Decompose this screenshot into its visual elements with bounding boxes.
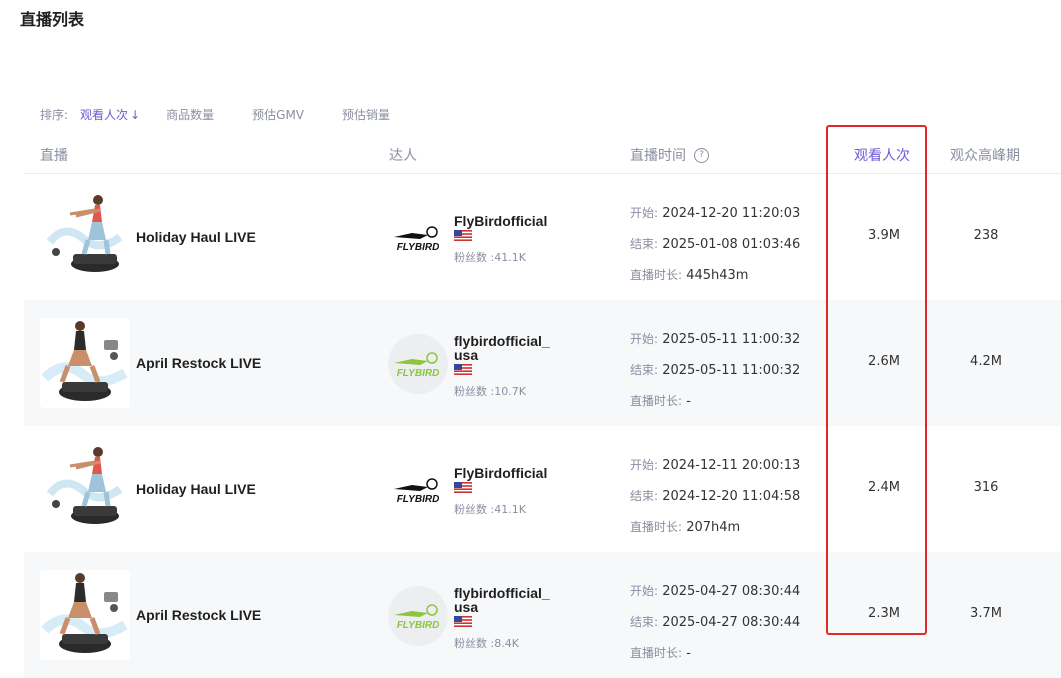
creator-name[interactable]: flybirdofficial_usa xyxy=(454,334,554,362)
creator-avatar[interactable]: FLYBIRD xyxy=(388,460,448,520)
duration-label: 直播时长: xyxy=(630,268,683,282)
svg-text:FLYBIRD: FLYBIRD xyxy=(397,368,440,379)
creator-info: flybirdofficial_usa 粉丝数 :10.7K xyxy=(453,334,554,399)
creator-avatar[interactable]: FLYBIRD xyxy=(388,208,448,268)
end-label: 结束: xyxy=(630,363,659,377)
start-label: 开始: xyxy=(630,206,659,220)
peak-value: 316 xyxy=(973,480,999,495)
live-thumbnail[interactable] xyxy=(40,192,130,282)
end-time: 结束: 2024-12-20 11:04:58 xyxy=(630,481,800,512)
start-time: 开始: 2025-04-27 08:30:44 xyxy=(630,576,800,607)
header-creator: 达人 xyxy=(389,148,417,164)
svg-text:FLYBIRD: FLYBIRD xyxy=(397,242,440,253)
live-thumbnail[interactable] xyxy=(40,570,130,660)
end-value: 2025-04-27 08:30:44 xyxy=(662,615,801,630)
creator-name[interactable]: FlyBirdofficial xyxy=(454,214,554,228)
sort-option-label: 观看人次 xyxy=(80,107,129,122)
live-times: 开始: 2025-05-11 11:00:32 结束: 2025-05-11 1… xyxy=(630,324,800,417)
creator-fans: 粉丝数 :8.4K xyxy=(454,637,519,650)
sort-option-products[interactable]: 商品数量 xyxy=(166,106,214,123)
live-thumbnail[interactable] xyxy=(40,444,130,534)
start-value: 2025-05-11 11:00:32 xyxy=(662,332,801,347)
sort-option-gmv[interactable]: 预估GMV xyxy=(252,106,304,123)
start-value: 2024-12-20 11:20:03 xyxy=(662,206,801,221)
duration: 直播时长: 207h4m xyxy=(630,512,800,543)
sort-bar: 排序: 观看人次 ↓ 商品数量 预估GMV 预估销量 xyxy=(40,105,428,123)
header-live: 直播 xyxy=(40,148,68,164)
highlight-box xyxy=(826,125,927,635)
sort-desc-arrow-icon: ↓ xyxy=(130,107,141,122)
live-title[interactable]: Holiday Haul LIVE xyxy=(136,481,256,497)
creator-fans: 粉丝数 :41.1K xyxy=(454,503,526,516)
creator-fans: 粉丝数 :10.7K xyxy=(454,385,526,398)
end-time: 结束: 2025-05-11 11:00:32 xyxy=(630,355,800,386)
duration: 直播时长: - xyxy=(630,638,800,669)
duration-label: 直播时长: xyxy=(630,520,683,534)
svg-text:FLYBIRD: FLYBIRD xyxy=(397,620,440,631)
live-title[interactable]: April Restock LIVE xyxy=(136,607,261,623)
start-value: 2025-04-27 08:30:44 xyxy=(662,584,801,599)
end-value: 2024-12-20 11:04:58 xyxy=(662,489,801,504)
sort-option-views[interactable]: 观看人次 ↓ xyxy=(80,106,140,123)
us-flag-icon xyxy=(453,614,554,631)
end-label: 结束: xyxy=(630,237,659,251)
end-label: 结束: xyxy=(630,615,659,629)
live-title[interactable]: April Restock LIVE xyxy=(136,355,261,371)
live-title[interactable]: Holiday Haul LIVE xyxy=(136,229,256,245)
live-times: 开始: 2024-12-20 11:20:03 结束: 2025-01-08 0… xyxy=(630,198,800,291)
creator-info: FlyBirdofficial 粉丝数 :41.1K xyxy=(453,214,554,265)
duration-value: 445h43m xyxy=(686,268,749,283)
help-icon[interactable]: ? xyxy=(694,147,709,163)
peak-value: 238 xyxy=(973,228,999,243)
start-label: 开始: xyxy=(630,584,659,598)
start-time: 开始: 2024-12-20 11:20:03 xyxy=(630,198,800,229)
duration: 直播时长: - xyxy=(630,386,800,417)
creator-fans: 粉丝数 :41.1K xyxy=(454,251,526,264)
start-label: 开始: xyxy=(630,332,659,346)
sort-label: 排序: xyxy=(40,107,69,122)
header-peak[interactable]: 观众高峰期 xyxy=(950,145,1020,165)
duration-value: - xyxy=(686,394,691,409)
end-value: 2025-05-11 11:00:32 xyxy=(662,363,801,378)
creator-info: flybirdofficial_usa 粉丝数 :8.4K xyxy=(453,586,554,651)
creator-avatar[interactable]: FLYBIRD xyxy=(388,586,448,646)
duration-value: 207h4m xyxy=(686,520,741,535)
end-time: 结束: 2025-01-08 01:03:46 xyxy=(630,229,800,260)
header-time-label: 直播时间 xyxy=(630,148,686,164)
live-times: 开始: 2024-12-11 20:00:13 结束: 2024-12-20 1… xyxy=(630,450,800,543)
live-thumbnail[interactable] xyxy=(40,318,130,408)
duration-label: 直播时长: xyxy=(630,394,683,408)
start-label: 开始: xyxy=(630,458,659,472)
start-time: 开始: 2025-05-11 11:00:32 xyxy=(630,324,800,355)
start-time: 开始: 2024-12-11 20:00:13 xyxy=(630,450,800,481)
header-time: 直播时间 ? xyxy=(630,145,709,165)
creator-name[interactable]: flybirdofficial_usa xyxy=(454,586,554,614)
creator-avatar[interactable]: FLYBIRD xyxy=(388,334,448,394)
end-value: 2025-01-08 01:03:46 xyxy=(662,237,801,252)
duration-value: - xyxy=(686,646,691,661)
peak-value: 4.2M xyxy=(970,354,1002,369)
end-time: 结束: 2025-04-27 08:30:44 xyxy=(630,607,800,638)
svg-text:FLYBIRD: FLYBIRD xyxy=(397,494,440,505)
sort-option-sales[interactable]: 预估销量 xyxy=(342,106,390,123)
live-times: 开始: 2025-04-27 08:30:44 结束: 2025-04-27 0… xyxy=(630,576,800,669)
us-flag-icon xyxy=(453,228,554,245)
start-value: 2024-12-11 20:00:13 xyxy=(662,458,801,473)
peak-value: 3.7M xyxy=(970,606,1002,621)
creator-info: FlyBirdofficial 粉丝数 :41.1K xyxy=(453,466,554,517)
us-flag-icon xyxy=(453,480,554,497)
duration-label: 直播时长: xyxy=(630,646,683,660)
end-label: 结束: xyxy=(630,489,659,503)
duration: 直播时长: 445h43m xyxy=(630,260,800,291)
page-title: 直播列表 xyxy=(20,10,85,29)
us-flag-icon xyxy=(453,362,554,379)
creator-name[interactable]: FlyBirdofficial xyxy=(454,466,554,480)
